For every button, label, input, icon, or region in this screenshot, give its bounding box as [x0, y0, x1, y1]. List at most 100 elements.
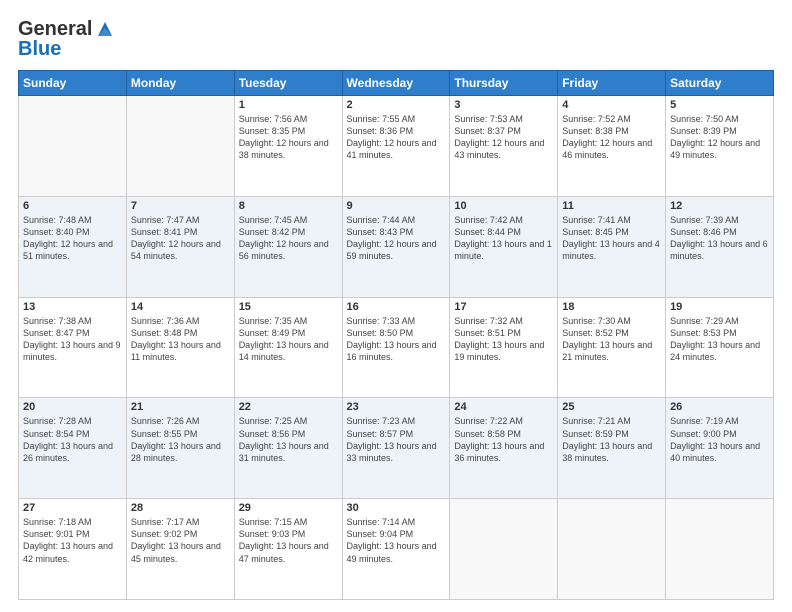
day-number: 10 — [454, 200, 553, 212]
calendar-cell: 28 Sunrise: 7:17 AM Sunset: 9:02 PM Dayli… — [126, 499, 234, 600]
day-number: 29 — [239, 502, 338, 514]
logo-blue-text: Blue — [18, 38, 116, 60]
day-number: 4 — [562, 99, 661, 111]
calendar-cell — [666, 499, 774, 600]
day-info: Sunrise: 7:44 AM Sunset: 8:43 PM Dayligh… — [347, 214, 446, 263]
day-info: Sunrise: 7:15 AM Sunset: 9:03 PM Dayligh… — [239, 516, 338, 565]
calendar-cell: 19 Sunrise: 7:29 AM Sunset: 8:53 PM Dayli… — [666, 297, 774, 398]
calendar-cell: 10 Sunrise: 7:42 AM Sunset: 8:44 PM Dayli… — [450, 196, 558, 297]
day-number: 5 — [670, 99, 769, 111]
day-number: 16 — [347, 301, 446, 313]
day-number: 1 — [239, 99, 338, 111]
calendar-cell: 15Sunrise: 7:35 AM Sunset: 8:49 PM Dayli… — [234, 297, 342, 398]
day-info: Sunrise: 7:14 AM Sunset: 9:04 PM Dayligh… — [347, 516, 446, 565]
day-number: 20 — [23, 401, 122, 413]
day-info: Sunrise: 7:55 AM Sunset: 8:36 PM Dayligh… — [347, 113, 446, 162]
day-info: Sunrise: 7:29 AM Sunset: 8:53 PM Dayligh… — [670, 315, 769, 364]
day-info: Sunrise: 7:19 AM Sunset: 9:00 PM Dayligh… — [670, 415, 769, 464]
day-number: 18 — [562, 301, 661, 313]
day-number: 6 — [23, 200, 122, 212]
day-info: Sunrise: 7:42 AM Sunset: 8:44 PM Dayligh… — [454, 214, 553, 263]
day-number: 19 — [670, 301, 769, 313]
weekday-header-thursday: Thursday — [450, 71, 558, 96]
day-info: Sunrise: 7:56 AM Sunset: 8:35 PM Dayligh… — [239, 113, 338, 162]
day-info: Sunrise: 7:53 AM Sunset: 8:37 PM Dayligh… — [454, 113, 553, 162]
calendar-cell: 16Sunrise: 7:33 AM Sunset: 8:50 PM Dayli… — [342, 297, 450, 398]
weekday-header-sunday: Sunday — [19, 71, 127, 96]
calendar-week-row: 20 Sunrise: 7:28 AM Sunset: 8:54 PM Dayli… — [19, 398, 774, 499]
calendar-cell — [450, 499, 558, 600]
day-info: Sunrise: 7:26 AM Sunset: 8:55 PM Dayligh… — [131, 415, 230, 464]
calendar-cell: 12 Sunrise: 7:39 AM Sunset: 8:46 PM Dayli… — [666, 196, 774, 297]
day-number: 12 — [670, 200, 769, 212]
calendar-cell: 24Sunrise: 7:22 AM Sunset: 8:58 PM Dayli… — [450, 398, 558, 499]
calendar-cell — [19, 96, 127, 197]
calendar-cell: 21 Sunrise: 7:26 AM Sunset: 8:55 PM Dayli… — [126, 398, 234, 499]
day-info: Sunrise: 7:32 AM Sunset: 8:51 PM Dayligh… — [454, 315, 553, 364]
day-number: 28 — [131, 502, 230, 514]
calendar-cell: 6 Sunrise: 7:48 AM Sunset: 8:40 PM Daylig… — [19, 196, 127, 297]
logo: General Blue — [18, 18, 116, 60]
weekday-header-saturday: Saturday — [666, 71, 774, 96]
calendar-week-row: 13 Sunrise: 7:38 AM Sunset: 8:47 PM Dayli… — [19, 297, 774, 398]
day-number: 9 — [347, 200, 446, 212]
calendar-cell — [126, 96, 234, 197]
logo-general-text: General — [18, 18, 92, 40]
calendar-cell: 11Sunrise: 7:41 AM Sunset: 8:45 PM Dayli… — [558, 196, 666, 297]
calendar-cell: 23 Sunrise: 7:23 AM Sunset: 8:57 PM Dayli… — [342, 398, 450, 499]
calendar-cell: 1 Sunrise: 7:56 AM Sunset: 8:35 PM Daylig… — [234, 96, 342, 197]
day-info: Sunrise: 7:48 AM Sunset: 8:40 PM Dayligh… — [23, 214, 122, 263]
calendar-cell: 2 Sunrise: 7:55 AM Sunset: 8:36 PM Daylig… — [342, 96, 450, 197]
day-info: Sunrise: 7:18 AM Sunset: 9:01 PM Dayligh… — [23, 516, 122, 565]
day-info: Sunrise: 7:52 AM Sunset: 8:38 PM Dayligh… — [562, 113, 661, 162]
calendar-header-row: SundayMondayTuesdayWednesdayThursdayFrid… — [19, 71, 774, 96]
day-info: Sunrise: 7:30 AM Sunset: 8:52 PM Dayligh… — [562, 315, 661, 364]
calendar-cell — [558, 499, 666, 600]
day-number: 7 — [131, 200, 230, 212]
weekday-header-tuesday: Tuesday — [234, 71, 342, 96]
day-info: Sunrise: 7:38 AM Sunset: 8:47 PM Dayligh… — [23, 315, 122, 364]
weekday-header-wednesday: Wednesday — [342, 71, 450, 96]
logo-icon — [94, 18, 116, 40]
day-number: 14 — [131, 301, 230, 313]
day-info: Sunrise: 7:45 AM Sunset: 8:42 PM Dayligh… — [239, 214, 338, 263]
day-number: 30 — [347, 502, 446, 514]
calendar-week-row: 1 Sunrise: 7:56 AM Sunset: 8:35 PM Daylig… — [19, 96, 774, 197]
day-info: Sunrise: 7:36 AM Sunset: 8:48 PM Dayligh… — [131, 315, 230, 364]
day-info: Sunrise: 7:25 AM Sunset: 8:56 PM Dayligh… — [239, 415, 338, 464]
header: General Blue — [18, 18, 774, 60]
day-number: 26 — [670, 401, 769, 413]
day-number: 3 — [454, 99, 553, 111]
day-number: 22 — [239, 401, 338, 413]
calendar-cell: 26 Sunrise: 7:19 AM Sunset: 9:00 PM Dayli… — [666, 398, 774, 499]
calendar-cell: 29 Sunrise: 7:15 AM Sunset: 9:03 PM Dayli… — [234, 499, 342, 600]
day-number: 17 — [454, 301, 553, 313]
day-number: 15 — [239, 301, 338, 313]
page: General Blue SundayMondayTuesdayWednesda… — [0, 0, 792, 612]
weekday-header-monday: Monday — [126, 71, 234, 96]
weekday-header-friday: Friday — [558, 71, 666, 96]
calendar-cell: 5Sunrise: 7:50 AM Sunset: 8:39 PM Daylig… — [666, 96, 774, 197]
day-number: 23 — [347, 401, 446, 413]
calendar-cell: 17 Sunrise: 7:32 AM Sunset: 8:51 PM Dayli… — [450, 297, 558, 398]
day-number: 2 — [347, 99, 446, 111]
calendar-cell: 27Sunrise: 7:18 AM Sunset: 9:01 PM Dayli… — [19, 499, 127, 600]
calendar-cell: 3 Sunrise: 7:53 AM Sunset: 8:37 PM Daylig… — [450, 96, 558, 197]
calendar-cell: 22 Sunrise: 7:25 AM Sunset: 8:56 PM Dayli… — [234, 398, 342, 499]
day-info: Sunrise: 7:28 AM Sunset: 8:54 PM Dayligh… — [23, 415, 122, 464]
calendar-table: SundayMondayTuesdayWednesdayThursdayFrid… — [18, 70, 774, 600]
calendar-week-row: 6 Sunrise: 7:48 AM Sunset: 8:40 PM Daylig… — [19, 196, 774, 297]
day-number: 11 — [562, 200, 661, 212]
day-number: 13 — [23, 301, 122, 313]
day-number: 24 — [454, 401, 553, 413]
calendar-cell: 14 Sunrise: 7:36 AM Sunset: 8:48 PM Dayli… — [126, 297, 234, 398]
day-number: 25 — [562, 401, 661, 413]
calendar-cell: 9 Sunrise: 7:44 AM Sunset: 8:43 PM Daylig… — [342, 196, 450, 297]
day-number: 21 — [131, 401, 230, 413]
day-number: 8 — [239, 200, 338, 212]
day-info: Sunrise: 7:39 AM Sunset: 8:46 PM Dayligh… — [670, 214, 769, 263]
calendar-cell: 13 Sunrise: 7:38 AM Sunset: 8:47 PM Dayli… — [19, 297, 127, 398]
day-info: Sunrise: 7:23 AM Sunset: 8:57 PM Dayligh… — [347, 415, 446, 464]
calendar-cell: 7Sunrise: 7:47 AM Sunset: 8:41 PM Daylig… — [126, 196, 234, 297]
day-info: Sunrise: 7:17 AM Sunset: 9:02 PM Dayligh… — [131, 516, 230, 565]
